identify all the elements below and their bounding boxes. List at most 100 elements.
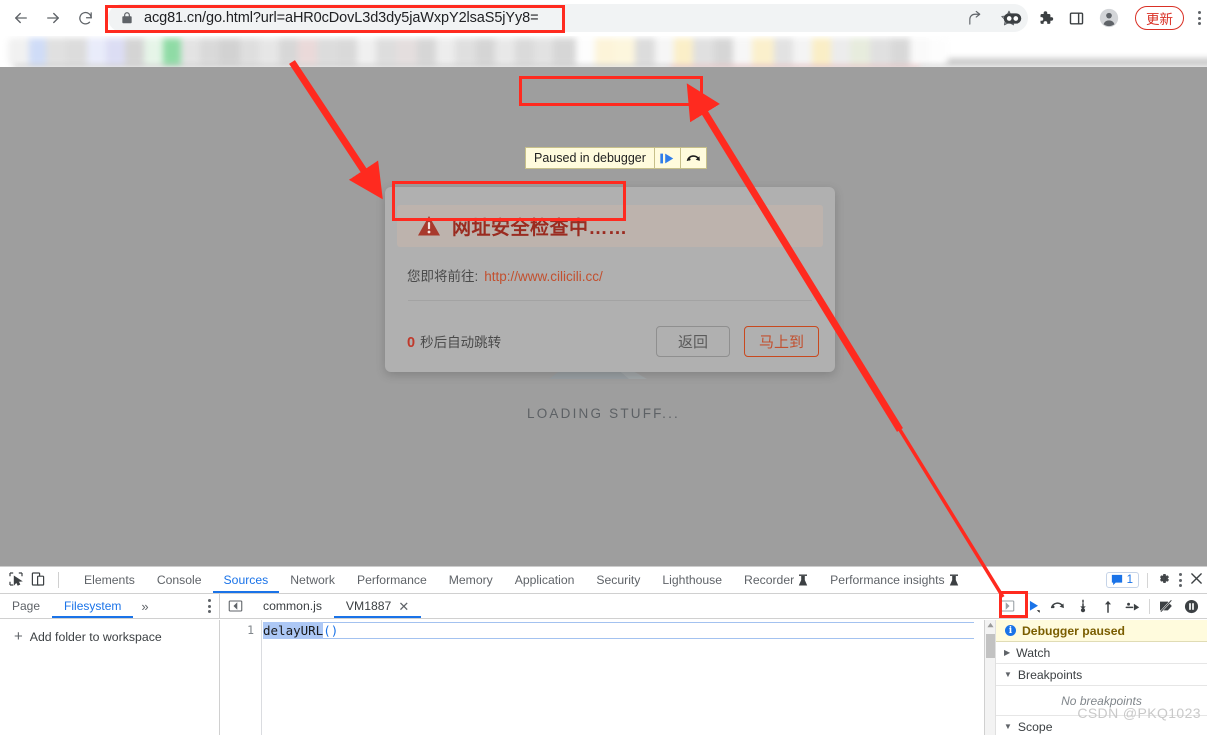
message-badge-icon[interactable]: 1 bbox=[1105, 572, 1139, 588]
resume-script-icon[interactable] bbox=[1021, 595, 1044, 618]
device-toolbar-icon[interactable] bbox=[30, 571, 46, 590]
show-debugger-sidebar-icon[interactable] bbox=[996, 595, 1019, 618]
navigator-tab-filesystem[interactable]: Filesystem bbox=[52, 594, 133, 618]
add-folder-to-workspace-button[interactable]: + Add folder to workspace bbox=[0, 620, 219, 644]
source-editor-pane[interactable]: 1 delayURL() bbox=[220, 620, 985, 735]
bookmark-item-blurred[interactable] bbox=[792, 38, 812, 65]
profile-avatar-icon[interactable] bbox=[1099, 8, 1119, 28]
puzzle-icon[interactable] bbox=[1036, 9, 1054, 27]
reading-list-icon[interactable] bbox=[1003, 11, 1022, 26]
bookmark-item-blurred[interactable] bbox=[105, 38, 126, 65]
bookmark-item-blurred[interactable] bbox=[733, 38, 753, 65]
bookmark-item-blurred[interactable] bbox=[8, 38, 30, 65]
share-icon[interactable] bbox=[967, 10, 984, 27]
bookmark-item-blurred[interactable] bbox=[29, 38, 47, 65]
bookmark-item-blurred[interactable] bbox=[773, 38, 793, 65]
address-bar[interactable]: acg81.cn/go.html?url=aHR0cDovL3d3dy5jaWx… bbox=[108, 4, 1028, 32]
bookmark-item-blurred[interactable] bbox=[297, 38, 317, 65]
bookmark-item-blurred[interactable] bbox=[552, 38, 576, 65]
bookmark-item-blurred[interactable] bbox=[180, 38, 200, 65]
devtools-tab-network[interactable]: Network bbox=[279, 567, 346, 593]
bookmark-item-blurred[interactable] bbox=[338, 38, 358, 65]
kebab-menu-icon[interactable] bbox=[1198, 11, 1201, 25]
scroll-up-arrow-icon[interactable] bbox=[987, 622, 994, 629]
devtools-tab-performance-insights[interactable]: Performance insights bbox=[819, 567, 969, 593]
bookmark-item-blurred[interactable] bbox=[65, 38, 87, 65]
step-out-icon[interactable] bbox=[1096, 595, 1119, 618]
bookmark-item-blurred[interactable] bbox=[752, 38, 774, 65]
bookmark-item-blurred[interactable] bbox=[455, 38, 477, 65]
bookmark-item-blurred[interactable] bbox=[259, 38, 279, 65]
bookmark-item-blurred[interactable] bbox=[909, 38, 930, 65]
bookmark-item-blurred[interactable] bbox=[595, 38, 615, 65]
editor-tab-common-js[interactable]: common.js bbox=[251, 594, 334, 618]
deactivate-breakpoints-icon[interactable] bbox=[1155, 595, 1178, 618]
bookmark-item-blurred[interactable] bbox=[416, 38, 436, 65]
sidebar-section-watch[interactable]: ▶ Watch bbox=[996, 642, 1207, 664]
bookmark-item-blurred[interactable] bbox=[850, 38, 870, 65]
bookmark-item-blurred[interactable] bbox=[163, 38, 181, 65]
bookmark-item-blurred[interactable] bbox=[654, 38, 674, 65]
code-line-1[interactable]: delayURL() bbox=[263, 622, 984, 639]
bookmark-item-blurred[interactable] bbox=[673, 38, 693, 65]
bookmark-item-blurred[interactable] bbox=[476, 38, 496, 65]
bookmark-item-blurred[interactable] bbox=[714, 38, 734, 65]
bookmark-item-blurred[interactable] bbox=[240, 38, 260, 65]
devtools-tab-console[interactable]: Console bbox=[146, 567, 213, 593]
editor-scrollbar[interactable] bbox=[974, 620, 984, 735]
update-button[interactable]: 更新 bbox=[1135, 6, 1184, 30]
close-icon[interactable]: ✕ bbox=[398, 600, 409, 613]
bookmark-item-blurred[interactable] bbox=[199, 38, 220, 65]
gear-icon[interactable] bbox=[1156, 571, 1171, 589]
bookmark-item-blurred[interactable] bbox=[376, 38, 396, 65]
bookmark-item-blurred[interactable] bbox=[811, 38, 832, 65]
editor-tab-vm1887[interactable]: VM1887 ✕ bbox=[334, 594, 421, 618]
devtools-tab-recorder[interactable]: Recorder bbox=[733, 567, 819, 593]
bookmark-item-blurred[interactable] bbox=[435, 38, 456, 65]
pause-on-exceptions-icon[interactable] bbox=[1180, 595, 1203, 618]
step-icon[interactable] bbox=[1121, 595, 1144, 618]
bookmark-item-blurred[interactable] bbox=[693, 38, 715, 65]
show-navigator-icon[interactable] bbox=[220, 599, 251, 613]
bookmark-item-blurred[interactable] bbox=[575, 38, 596, 65]
navigator-menu-icon[interactable] bbox=[208, 599, 211, 613]
reload-button[interactable] bbox=[70, 3, 100, 33]
close-icon[interactable] bbox=[1190, 572, 1203, 588]
devtools-tab-security[interactable]: Security bbox=[585, 567, 651, 593]
sidebar-scrollbar[interactable] bbox=[985, 620, 996, 735]
step-over-icon[interactable] bbox=[679, 148, 706, 168]
bookmark-item-blurred[interactable] bbox=[395, 38, 417, 65]
bookmark-item-blurred[interactable] bbox=[144, 38, 164, 65]
bookmark-item-blurred[interactable] bbox=[125, 38, 145, 65]
bookmark-item-blurred[interactable] bbox=[316, 38, 339, 65]
bookmark-item-blurred[interactable] bbox=[635, 38, 655, 65]
bookmark-item-blurred[interactable] bbox=[278, 38, 298, 65]
forward-button[interactable] bbox=[38, 3, 68, 33]
bookmark-item-blurred[interactable] bbox=[495, 38, 515, 65]
bookmark-item-blurred[interactable] bbox=[831, 38, 851, 65]
devtools-more-icon[interactable] bbox=[1179, 573, 1182, 587]
bookmark-item-blurred[interactable] bbox=[614, 38, 636, 65]
bookmark-item-blurred[interactable] bbox=[357, 38, 377, 65]
navigator-more-tabs[interactable]: » bbox=[133, 599, 156, 614]
bookmark-item-blurred[interactable] bbox=[86, 38, 106, 65]
bookmark-item-blurred[interactable] bbox=[890, 38, 910, 65]
step-over-icon[interactable] bbox=[1046, 595, 1069, 618]
devtools-tab-performance[interactable]: Performance bbox=[346, 567, 438, 593]
back-button-modal[interactable]: 返回 bbox=[655, 325, 730, 357]
back-button[interactable] bbox=[6, 3, 36, 33]
sidebar-section-breakpoints[interactable]: ▼ Breakpoints bbox=[996, 664, 1207, 686]
inspect-element-icon[interactable] bbox=[8, 571, 24, 590]
devtools-tab-memory[interactable]: Memory bbox=[438, 567, 504, 593]
step-into-icon[interactable] bbox=[1071, 595, 1094, 618]
scrollbar-thumb[interactable] bbox=[986, 634, 995, 658]
resume-script-icon[interactable] bbox=[653, 148, 680, 168]
bookmark-item-blurred[interactable] bbox=[929, 38, 948, 65]
devtools-tab-elements[interactable]: Elements bbox=[73, 567, 146, 593]
bookmark-item-blurred[interactable] bbox=[533, 38, 553, 65]
devtools-tab-application[interactable]: Application bbox=[504, 567, 586, 593]
side-panel-icon[interactable] bbox=[1068, 10, 1085, 27]
navigator-tab-page[interactable]: Page bbox=[0, 594, 52, 618]
bookmark-item-blurred[interactable] bbox=[514, 38, 534, 65]
go-now-button[interactable]: 马上到 bbox=[743, 325, 819, 357]
